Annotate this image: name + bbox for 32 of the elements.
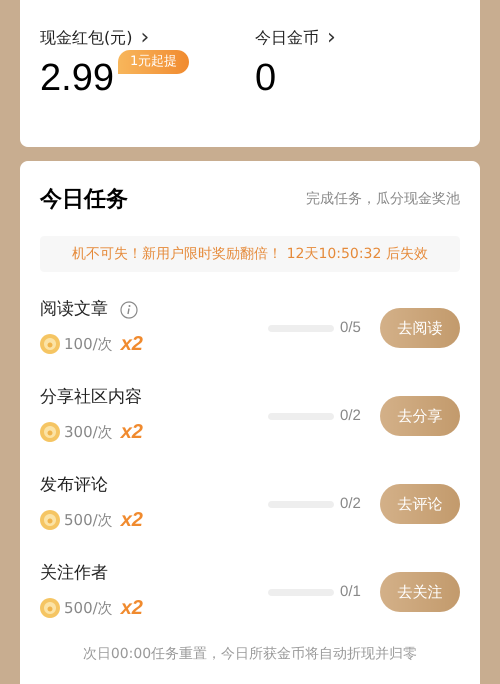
task-name: 关注作者 bbox=[40, 562, 108, 586]
reward-amount: 300/次 bbox=[64, 422, 113, 442]
chevron-icon[interactable]: › bbox=[140, 27, 150, 49]
task-name: 发布评论 bbox=[40, 474, 108, 498]
wallet-value: 2.99 bbox=[40, 56, 114, 101]
progress-count: 0/2 bbox=[340, 494, 362, 514]
info-icon[interactable] bbox=[120, 301, 138, 319]
coin-icon bbox=[40, 422, 60, 442]
wallet-label[interactable]: 现金红包(元) bbox=[40, 26, 132, 50]
progress-count: 0/5 bbox=[340, 318, 362, 338]
reward-amount: 500/次 bbox=[64, 510, 113, 530]
multiplier: x2 bbox=[120, 420, 143, 445]
reward-amount: 500/次 bbox=[64, 598, 113, 618]
task-name: 分享社区内容 bbox=[40, 386, 142, 410]
multiplier: x2 bbox=[120, 508, 143, 533]
coin-icon bbox=[40, 510, 60, 530]
panel-subtitle: 完成任务，瓜分现金奖池 bbox=[306, 190, 460, 209]
progress-count: 0/1 bbox=[340, 582, 362, 602]
panel-title: 今日任务 bbox=[40, 186, 128, 214]
wallet-label[interactable]: 今日金币 bbox=[255, 26, 319, 50]
multiplier: x2 bbox=[120, 596, 143, 621]
multiplier: x2 bbox=[120, 332, 143, 357]
withdraw-badge: 1元起提 bbox=[118, 50, 190, 74]
reward-amount: 100/次 bbox=[64, 334, 113, 354]
progress-count: 0/2 bbox=[340, 406, 362, 426]
notice-banner: 机不可失！新用户限时奖励翻倍！ 12天10:50:32 后失效 bbox=[40, 236, 460, 272]
coin-icon bbox=[40, 598, 60, 618]
coin-icon bbox=[40, 334, 60, 354]
task-name: 阅读文章 bbox=[40, 298, 108, 322]
chevron-icon[interactable]: › bbox=[327, 27, 336, 49]
footer-note: 次日00:00任务重置，今日所获金币将自动折现并归零 bbox=[82, 645, 418, 664]
wallet-value: 0 bbox=[255, 56, 276, 101]
